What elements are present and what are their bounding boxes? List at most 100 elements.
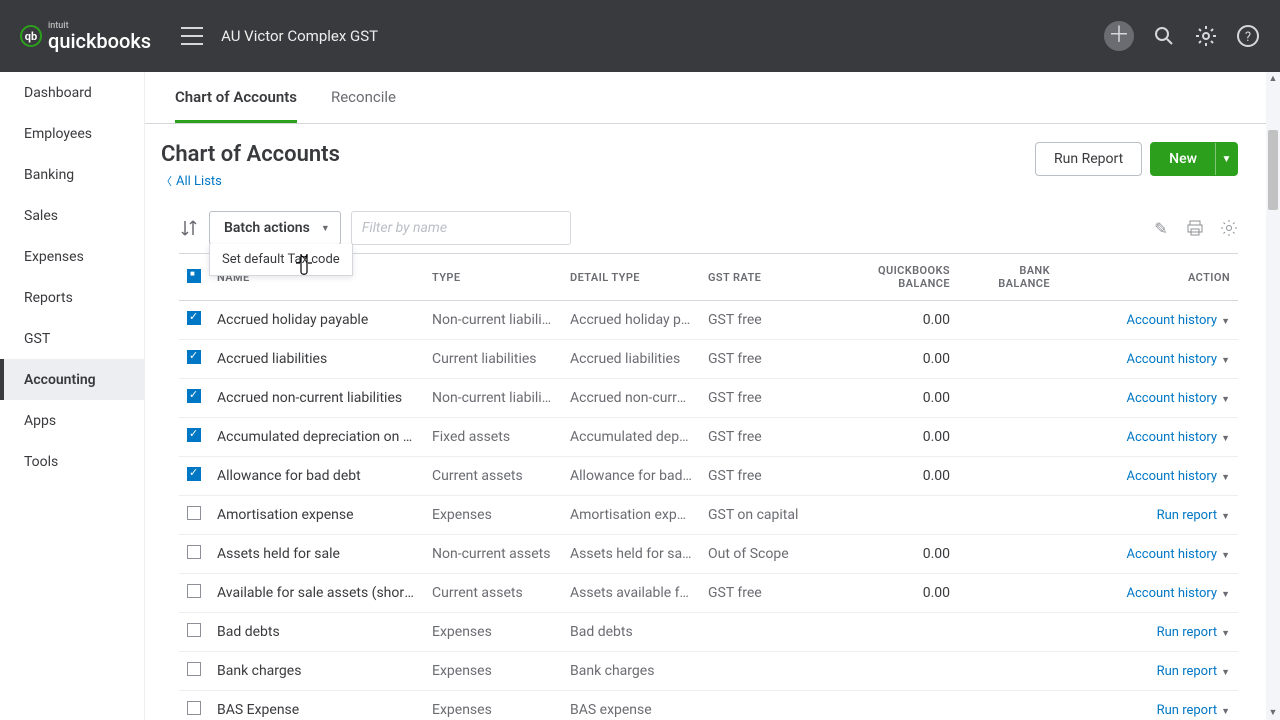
scroll-down-icon[interactable]: ▼	[1266, 706, 1280, 720]
row-checkbox[interactable]	[187, 662, 201, 676]
chevron-down-icon[interactable]: ▼	[1221, 473, 1230, 483]
chevron-down-icon[interactable]: ▼	[1221, 590, 1230, 600]
cell-name: Bad debts	[209, 613, 424, 652]
batch-menu-item[interactable]: Set default Tax code	[210, 244, 352, 275]
cell-detail: BAS expense	[562, 691, 700, 720]
chevron-down-icon[interactable]: ▼	[1215, 143, 1237, 175]
cell-gst: GST free	[700, 574, 830, 613]
cell-bank-balance	[958, 613, 1058, 652]
edit-icon[interactable]: ✎	[1152, 219, 1170, 237]
chevron-down-icon[interactable]: ▼	[1221, 629, 1230, 639]
chevron-down-icon[interactable]: ▼	[1221, 434, 1230, 444]
col-qb-balance[interactable]: QUICKBOOKS BALANCE	[830, 254, 958, 301]
svg-text:?: ?	[1245, 30, 1251, 45]
cell-detail: Assets available for s…	[562, 574, 700, 613]
col-bank-balance[interactable]: BANK BALANCE	[958, 254, 1058, 301]
row-action-link[interactable]: Account history	[1127, 391, 1218, 406]
top-bar: qb intuit quickbooks AU Victor Complex G…	[0, 0, 1280, 72]
search-icon[interactable]	[1152, 24, 1176, 48]
sidebar-item-tools[interactable]: Tools	[0, 441, 144, 482]
sidebar-item-gst[interactable]: GST	[0, 318, 144, 359]
cell-bank-balance	[958, 340, 1058, 379]
row-checkbox[interactable]	[187, 545, 201, 559]
row-action-link[interactable]: Account history	[1127, 469, 1218, 484]
sidebar-item-sales[interactable]: Sales	[0, 195, 144, 236]
row-action-link[interactable]: Account history	[1127, 586, 1218, 601]
row-checkbox[interactable]	[187, 701, 201, 715]
filter-input[interactable]	[351, 211, 571, 245]
sort-icon[interactable]	[179, 218, 199, 238]
cell-name: BAS Expense	[209, 691, 424, 720]
chevron-down-icon[interactable]: ▼	[1221, 707, 1230, 717]
cell-gst: GST on capital	[700, 496, 830, 535]
chevron-down-icon[interactable]: ▼	[1221, 317, 1230, 327]
cell-type: Non-current liabilities	[424, 379, 562, 418]
batch-actions-button[interactable]: Batch actions	[209, 211, 341, 245]
cell-bank-balance	[958, 457, 1058, 496]
chevron-down-icon[interactable]: ▼	[1221, 551, 1230, 561]
col-type[interactable]: TYPE	[424, 254, 562, 301]
logo[interactable]: qb intuit quickbooks	[20, 22, 151, 51]
cell-bank-balance	[958, 301, 1058, 340]
breadcrumb[interactable]: 〈All Lists	[161, 173, 340, 189]
cell-detail: Accumulated deprec…	[562, 418, 700, 457]
row-action-link[interactable]: Run report	[1157, 625, 1217, 640]
row-checkbox[interactable]	[187, 584, 201, 598]
scrollbar-thumb[interactable]	[1268, 130, 1278, 210]
chevron-down-icon[interactable]: ▼	[1221, 512, 1230, 522]
cell-bank-balance	[958, 379, 1058, 418]
new-button[interactable]: New ▼	[1150, 142, 1238, 176]
sidebar-item-employees[interactable]: Employees	[0, 113, 144, 154]
plus-icon[interactable]: ＋	[1104, 21, 1134, 51]
sidebar-item-banking[interactable]: Banking	[0, 154, 144, 195]
row-action-link[interactable]: Run report	[1157, 664, 1217, 679]
cell-gst: GST free	[700, 457, 830, 496]
scrollbar[interactable]: ▲ ▼	[1266, 72, 1280, 720]
cell-bank-balance	[958, 496, 1058, 535]
row-action-link[interactable]: Run report	[1157, 703, 1217, 718]
settings-icon[interactable]	[1220, 219, 1238, 237]
row-checkbox[interactable]	[187, 623, 201, 637]
row-checkbox[interactable]	[187, 506, 201, 520]
sidebar-item-accounting[interactable]: Accounting	[0, 359, 144, 400]
tab-reconcile[interactable]: Reconcile	[331, 74, 396, 123]
row-checkbox[interactable]	[187, 389, 201, 403]
run-report-button[interactable]: Run Report	[1035, 142, 1142, 176]
chevron-down-icon[interactable]: ▼	[1221, 356, 1230, 366]
cell-qb-balance: 0.00	[830, 535, 958, 574]
row-action-link[interactable]: Run report	[1157, 508, 1217, 523]
select-all-checkbox[interactable]	[187, 269, 201, 283]
gear-icon[interactable]	[1194, 24, 1218, 48]
cell-name: Allowance for bad debt	[209, 457, 424, 496]
sidebar-item-reports[interactable]: Reports	[0, 277, 144, 318]
tab-chart-of-accounts[interactable]: Chart of Accounts	[175, 74, 297, 123]
col-gst[interactable]: GST RATE	[700, 254, 830, 301]
cell-qb-balance	[830, 691, 958, 720]
table-row: Bank chargesExpensesBank chargesRun repo…	[179, 652, 1238, 691]
row-action-link[interactable]: Account history	[1127, 352, 1218, 367]
sidebar-item-apps[interactable]: Apps	[0, 400, 144, 441]
print-icon[interactable]	[1186, 219, 1204, 237]
chevron-down-icon[interactable]: ▼	[1221, 668, 1230, 678]
cell-qb-balance: 0.00	[830, 574, 958, 613]
row-checkbox[interactable]	[187, 350, 201, 364]
table-row: Bad debtsExpensesBad debtsRun report▼	[179, 613, 1238, 652]
scroll-up-icon[interactable]: ▲	[1266, 72, 1280, 86]
cell-type: Non-current assets	[424, 535, 562, 574]
cell-qb-balance: 0.00	[830, 457, 958, 496]
cell-type: Current assets	[424, 457, 562, 496]
chevron-down-icon[interactable]: ▼	[1221, 395, 1230, 405]
hamburger-icon[interactable]	[181, 27, 203, 45]
sidebar-item-expenses[interactable]: Expenses	[0, 236, 144, 277]
row-action-link[interactable]: Account history	[1127, 547, 1218, 562]
cell-qb-balance	[830, 613, 958, 652]
row-action-link[interactable]: Account history	[1127, 430, 1218, 445]
col-detail[interactable]: DETAIL TYPE	[562, 254, 700, 301]
row-checkbox[interactable]	[187, 467, 201, 481]
help-icon[interactable]: ?	[1236, 24, 1260, 48]
row-checkbox[interactable]	[187, 428, 201, 442]
cell-gst	[700, 652, 830, 691]
row-checkbox[interactable]	[187, 311, 201, 325]
row-action-link[interactable]: Account history	[1127, 313, 1218, 328]
sidebar-item-dashboard[interactable]: Dashboard	[0, 72, 144, 113]
